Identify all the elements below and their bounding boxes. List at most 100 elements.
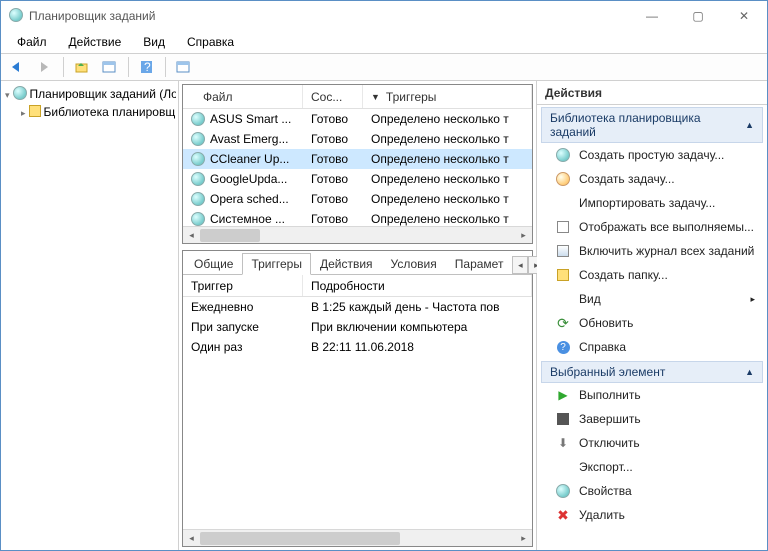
panel2-button[interactable] [172,56,196,78]
menu-action[interactable]: Действие [59,33,132,51]
horizontal-scrollbar[interactable]: ◂ ▸ [183,529,532,546]
menubar: Файл Действие Вид Справка [1,31,767,53]
task-name: GoogleUpda... [210,172,287,186]
action-icon [555,459,571,475]
tree-root[interactable]: ▾ Планировщик заданий (Лок [3,85,176,103]
col-file[interactable]: Файл [183,85,303,108]
maximize-button[interactable]: ▢ [675,1,721,31]
trigger-details: В 1:25 каждый день - Частота пов [303,300,532,314]
tree-child[interactable]: ▸ Библиотека планировщ [3,103,176,121]
task-row[interactable]: CCleaner Up...ГотовоОпределено несколько… [183,149,532,169]
tree-pane[interactable]: ▾ Планировщик заданий (Лок ▸ Библиотека … [1,81,179,550]
action-enable-history[interactable]: Включить журнал всех заданий [541,239,763,263]
collapse-icon[interactable]: ▲ [745,367,754,377]
scroll-thumb[interactable] [200,229,260,242]
task-row[interactable]: Avast Emerg...ГотовоОпределено несколько… [183,129,532,149]
action-icon: ✖ [555,507,571,523]
action-delete[interactable]: ✖ Удалить [541,503,763,527]
action-icon: ▶ [555,387,571,403]
task-row[interactable]: ASUS Smart ...ГотовоОпределено несколько… [183,109,532,129]
action-icon [555,171,571,187]
col-triggers[interactable]: ▼Триггеры [363,85,532,108]
action-group-selected[interactable]: Выбранный элемент ▲ [541,361,763,383]
back-button[interactable] [5,56,29,78]
scroll-right-icon[interactable]: ▸ [515,227,532,244]
action-label: Вид [579,292,601,306]
action-view[interactable]: Вид▸ [541,287,763,311]
tree-child-label: Библиотека планировщ [44,105,176,119]
scroll-left-icon[interactable]: ◂ [183,530,200,547]
action-icon: ⟳ [555,315,571,331]
col-trigger[interactable]: Триггер [183,275,303,296]
close-button[interactable]: ✕ [721,1,767,31]
tab-conditions[interactable]: Условия [382,253,446,275]
separator [128,57,129,77]
action-properties[interactable]: Свойства [541,479,763,503]
trigger-row[interactable]: Один разВ 22:11 11.06.2018 [183,337,532,357]
scroll-right-icon[interactable]: ▸ [515,530,532,547]
expand-icon[interactable]: ▸ [21,108,26,117]
action-end[interactable]: Завершить [541,407,763,431]
task-trigger: Определено несколько т [363,192,532,206]
menu-help[interactable]: Справка [177,33,244,51]
action-run[interactable]: ▶Выполнить [541,383,763,407]
task-trigger: Определено несколько т [363,132,532,146]
menu-view[interactable]: Вид [133,33,175,51]
action-show-running[interactable]: Отображать все выполняемы... [541,215,763,239]
task-row[interactable]: Системное ...ГотовоОпределено несколько … [183,209,532,226]
tab-actions[interactable]: Действия [311,253,382,275]
horizontal-scrollbar[interactable]: ◂ ▸ [183,226,532,243]
minimize-button[interactable]: — [629,1,675,31]
trigger-row[interactable]: При запускеПри включении компьютера [183,317,532,337]
forward-button[interactable] [33,56,57,78]
titlebar: Планировщик заданий — ▢ ✕ [1,1,767,31]
svg-text:?: ? [144,60,151,74]
action-icon [555,219,571,235]
action-label: Отображать все выполняемы... [579,220,754,234]
tab-prev-button[interactable]: ◂ [512,256,528,274]
tab-params[interactable]: Парамет [446,253,513,275]
action-new-folder[interactable]: Создать папку... [541,263,763,287]
action-icon [555,291,571,307]
task-icon [191,212,205,226]
trigger-body[interactable]: ЕжедневноВ 1:25 каждый день - Частота по… [183,297,532,529]
collapse-icon[interactable]: ▲ [745,120,754,130]
tab-triggers[interactable]: Триггеры [242,253,311,275]
action-label: Удалить [579,508,625,522]
toolbar: ? [1,53,767,81]
task-row[interactable]: GoogleUpda...ГотовоОпределено несколько … [183,169,532,189]
window: Планировщик заданий — ▢ ✕ Файл Действие … [0,0,768,551]
task-list-body[interactable]: ASUS Smart ...ГотовоОпределено несколько… [183,109,532,226]
help-button[interactable]: ? [135,56,159,78]
col-state[interactable]: Сос... [303,85,363,108]
action-icon [555,483,571,499]
task-list-header: Файл Сос... ▼Триггеры [183,85,532,109]
action-icon [555,147,571,163]
scroll-left-icon[interactable]: ◂ [183,227,200,244]
panel1-button[interactable] [98,56,122,78]
action-help[interactable]: ?Справка [541,335,763,359]
task-state: Готово [303,212,363,226]
action-icon: ⬇ [555,435,571,451]
action-label: Свойства [579,484,632,498]
task-trigger: Определено несколько т [363,172,532,186]
task-trigger: Определено несколько т [363,152,532,166]
up-button[interactable] [70,56,94,78]
action-group-library[interactable]: Библиотека планировщика заданий ▲ [541,107,763,143]
task-icon [191,192,205,206]
action-refresh[interactable]: ⟳Обновить [541,311,763,335]
action-export[interactable]: Экспорт... [541,455,763,479]
action-label: Создать задачу... [579,172,675,186]
scroll-thumb[interactable] [200,532,400,545]
task-row[interactable]: Opera sched...ГотовоОпределено несколько… [183,189,532,209]
action-create-simple[interactable]: Создать простую задачу... [541,143,763,167]
tab-general[interactable]: Общие [185,253,242,275]
action-create-task[interactable]: Создать задачу... [541,167,763,191]
collapse-icon[interactable]: ▾ [5,90,10,99]
action-disable[interactable]: ⬇Отключить [541,431,763,455]
trigger-row[interactable]: ЕжедневноВ 1:25 каждый день - Частота по… [183,297,532,317]
menu-file[interactable]: Файл [7,33,57,51]
window-title: Планировщик заданий [29,9,629,23]
action-import[interactable]: Импортировать задачу... [541,191,763,215]
col-details[interactable]: Подробности [303,275,532,296]
